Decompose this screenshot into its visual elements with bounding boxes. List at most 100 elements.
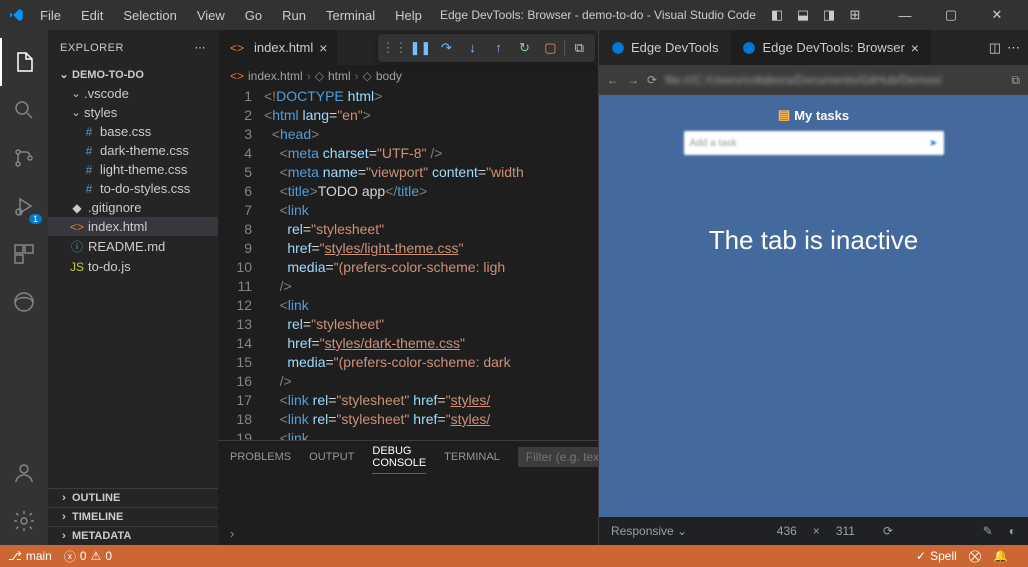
emulate-vision-icon[interactable]: ✎ <box>983 524 993 538</box>
code-editor[interactable]: 12345678910111213141516171819 <!DOCTYPE … <box>218 87 598 440</box>
responsive-select[interactable]: Responsive ⌄ <box>611 524 687 538</box>
file-label: to-do-styles.css <box>100 181 190 196</box>
open-external-icon[interactable]: ⧉ <box>1011 73 1020 88</box>
spell-indicator[interactable]: ✓ Spell <box>916 549 957 563</box>
file-dark-theme-css[interactable]: #dark-theme.css <box>48 141 218 160</box>
tab-label: index.html <box>254 40 313 55</box>
metadata-section[interactable]: ›METADATA <box>48 526 218 545</box>
sidebar-title: EXPLORER <box>60 42 124 54</box>
close-tab-icon[interactable]: × <box>319 40 327 56</box>
settings-activity[interactable] <box>0 497 48 545</box>
feedback-icon[interactable]: ⛒ <box>969 549 981 564</box>
reload-button[interactable]: ⟳ <box>647 73 657 87</box>
toggle-panel-left-icon[interactable]: ◧ <box>766 4 788 26</box>
debug-console-body[interactable]: › <box>218 473 598 545</box>
menu-help[interactable]: Help <box>387 4 430 27</box>
close-button[interactable]: ✕ <box>974 0 1020 30</box>
rotate-icon[interactable]: ⟳ <box>883 524 893 538</box>
screencast-button[interactable]: ⧉ <box>567 36 591 60</box>
folder-vscode[interactable]: ⌄.vscode <box>48 84 218 103</box>
menu-edit[interactable]: Edit <box>73 4 111 27</box>
step-into-button[interactable]: ↓ <box>460 36 484 60</box>
url-bar[interactable]: file:///C:/Users/collabora/Documents/Git… <box>665 73 1003 87</box>
emulate-css-icon[interactable]: ◐ <box>1009 524 1016 538</box>
pause-button[interactable]: ❚❚ <box>408 36 432 60</box>
tab-edge-devtools[interactable]: Edge DevTools <box>599 30 730 65</box>
drag-handle-icon[interactable]: ⋮⋮ <box>382 36 406 60</box>
devtools-pane: Edge DevTools Edge DevTools: Browser × ◫… <box>598 30 1028 545</box>
viewport-width[interactable]: 436 <box>777 524 797 538</box>
branch-indicator[interactable]: ⎇main <box>8 549 52 563</box>
maximize-button[interactable]: ▢ <box>928 0 974 30</box>
file-label: light-theme.css <box>100 162 187 177</box>
run-debug-activity[interactable]: 1 <box>0 182 48 230</box>
step-over-button[interactable]: ↷ <box>434 36 458 60</box>
edge-activity[interactable] <box>0 278 48 326</box>
outline-section[interactable]: ›OUTLINE <box>48 488 218 507</box>
sidebar-header: EXPLORER ⋯ <box>48 30 218 65</box>
toggle-panel-bottom-icon[interactable]: ⬓ <box>792 4 814 26</box>
file-base-css[interactable]: #base.css <box>48 122 218 141</box>
editor-tab-index-html[interactable]: <> index.html × <box>218 30 338 65</box>
editor-area: <> index.html × ⋮⋮ ❚❚ ↷ ↓ ↑ ↻ ▢ ⧉ <> ind… <box>218 30 598 545</box>
folder-styles[interactable]: ⌄styles <box>48 103 218 122</box>
panel-tab-output[interactable]: OUTPUT <box>309 447 354 467</box>
explorer-activity[interactable] <box>0 38 48 86</box>
breadcrumb-item[interactable]: html <box>328 69 351 83</box>
restart-button[interactable]: ↻ <box>512 36 536 60</box>
sidebar-more-icon[interactable]: ⋯ <box>195 41 207 54</box>
folder-label: styles <box>84 105 117 120</box>
tab-label: Edge DevTools: Browser <box>762 40 904 55</box>
toggle-panel-right-icon[interactable]: ◨ <box>818 4 840 26</box>
panel-tab-terminal[interactable]: TERMINAL <box>444 447 500 467</box>
stop-button[interactable]: ▢ <box>538 36 562 60</box>
more-icon[interactable]: ⋯ <box>1007 40 1020 56</box>
file-todo-styles-css[interactable]: #to-do-styles.css <box>48 179 218 198</box>
extensions-activity[interactable] <box>0 230 48 278</box>
panel-tab-debug-console[interactable]: DEBUG CONSOLE <box>372 441 426 474</box>
search-activity[interactable] <box>0 86 48 134</box>
minimize-button[interactable]: — <box>882 0 928 30</box>
menu-selection[interactable]: Selection <box>115 4 184 27</box>
back-button[interactable]: ← <box>607 73 619 87</box>
customize-layout-icon[interactable]: ⊞ <box>844 4 866 26</box>
menu-go[interactable]: Go <box>237 4 270 27</box>
file-label: .gitignore <box>88 200 141 215</box>
accounts-activity[interactable] <box>0 449 48 497</box>
element-icon: ◇ <box>363 69 372 83</box>
viewport-height[interactable]: 311 <box>836 524 855 538</box>
code-lines[interactable]: <!DOCTYPE html><html lang="en"> <head> <… <box>264 87 598 440</box>
bottom-panels: PROBLEMS OUTPUT DEBUG CONSOLE TERMINAL ≡… <box>218 440 598 545</box>
tab-edge-devtools-browser[interactable]: Edge DevTools: Browser × <box>730 30 931 65</box>
chevron-right-icon: › <box>56 492 72 504</box>
chevron-right-icon: › <box>355 69 359 83</box>
breadcrumb-item[interactable]: body <box>376 69 402 83</box>
file-label: to-do.js <box>88 259 131 274</box>
problems-indicator[interactable]: ⓧ0 ⚠0 <box>64 548 112 565</box>
tree-root[interactable]: ⌄DEMO-TO-DO <box>48 65 218 84</box>
step-out-button[interactable]: ↑ <box>486 36 510 60</box>
file-readme-md[interactable]: ⓘREADME.md <box>48 236 218 257</box>
browser-viewport[interactable]: ▤My tasks Add a task➤ The tab is inactiv… <box>599 95 1028 517</box>
menu-file[interactable]: File <box>32 4 69 27</box>
bell-icon[interactable]: 🔔 <box>993 549 1008 563</box>
breadcrumbs[interactable]: <> index.html › ◇ html › ◇ body <box>218 65 598 87</box>
file-index-html[interactable]: <>index.html <box>48 217 218 236</box>
menu-view[interactable]: View <box>189 4 233 27</box>
html-icon: <> <box>230 69 244 83</box>
file-todo-js[interactable]: JSto-do.js <box>48 257 218 276</box>
panel-tab-problems[interactable]: PROBLEMS <box>230 447 291 467</box>
source-control-activity[interactable] <box>0 134 48 182</box>
warning-icon: ⚠ <box>91 549 102 563</box>
breadcrumb-item[interactable]: index.html <box>248 69 303 83</box>
forward-button[interactable]: → <box>627 73 639 87</box>
split-editor-icon[interactable]: ◫ <box>989 40 1001 56</box>
panel-filter-input[interactable] <box>518 447 598 467</box>
menu-terminal[interactable]: Terminal <box>318 4 383 27</box>
menu-run[interactable]: Run <box>274 4 314 27</box>
file-gitignore[interactable]: ◆.gitignore <box>48 198 218 217</box>
main-area: 1 EXPLORER ⋯ ⌄DEMO-TO-DO ⌄.vscode ⌄style… <box>0 30 1028 545</box>
close-tab-icon[interactable]: × <box>911 40 919 56</box>
timeline-section[interactable]: ›TIMELINE <box>48 507 218 526</box>
file-light-theme-css[interactable]: #light-theme.css <box>48 160 218 179</box>
